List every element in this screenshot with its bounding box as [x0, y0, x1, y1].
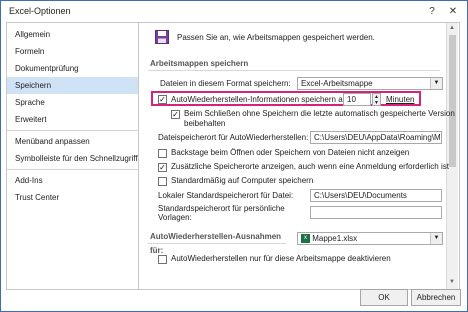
excel-file-icon: x — [301, 234, 310, 244]
additional-locations-checkbox[interactable]: ✓ — [158, 163, 167, 172]
content-scrollbar[interactable]: ▲ ▼ — [446, 23, 458, 289]
sidebar-item-erweitert[interactable]: Erweitert — [7, 111, 138, 128]
minutes-spinner[interactable]: ▲ ▼ — [372, 93, 381, 106]
cancel-button[interactable]: Abbrechen — [411, 289, 461, 306]
scroll-down-icon[interactable]: ▼ — [449, 279, 455, 285]
personal-templates-label-line2: Vorlagen: — [158, 213, 192, 222]
personal-templates-input[interactable] — [310, 206, 442, 219]
autorecover-location-input[interactable]: C:\Users\DEU\AppData\Roaming\Micro — [310, 131, 442, 144]
autorecover-label: AutoWiederherstellen-Informationen speic… — [171, 95, 351, 104]
window-title: Excel-Optionen — [9, 6, 71, 16]
sidebar-item-schnellzugriff[interactable]: Symbolleiste für den Schnellzugriff — [7, 150, 138, 167]
default-computer-checkbox[interactable] — [158, 177, 167, 186]
autorecover-checkbox[interactable]: ✓ — [158, 95, 167, 104]
scroll-up-icon[interactable]: ▲ — [449, 25, 455, 31]
disable-autorecover-label: AutoWiederherstellen nur für diese Arbei… — [171, 254, 391, 263]
scrollbar-thumb[interactable] — [449, 35, 456, 167]
ok-button[interactable]: OK — [360, 289, 408, 306]
chevron-down-icon[interactable]: ▼ — [430, 78, 442, 89]
minutes-label: Minuten — [386, 95, 415, 104]
sidebar-item-allgemein[interactable]: Allgemein — [7, 26, 138, 43]
save-disk-icon — [155, 30, 169, 44]
help-button[interactable]: ? — [425, 5, 439, 19]
exceptions-select-value: Mappe1.xlsx — [312, 234, 358, 243]
keep-last-label-line1: Beim Schließen ohne Speichern die letzte… — [184, 109, 455, 118]
format-label: Dateien in diesem Format speichern: — [160, 79, 291, 88]
sidebar-divider — [7, 130, 138, 131]
sidebar-item-trust-center[interactable]: Trust Center — [7, 189, 138, 206]
additional-locations-label: Zusätzliche Speicherorte anzeigen, auch … — [171, 162, 449, 171]
format-select-value: Excel-Arbeitsmappe — [301, 79, 373, 88]
format-select[interactable]: Excel-Arbeitsmappe ▼ — [297, 77, 443, 90]
sidebar-item-menueband[interactable]: Menüband anpassen — [7, 133, 138, 150]
autorecover-minutes-input[interactable]: 10 — [343, 93, 371, 106]
close-button[interactable]: ✕ — [446, 5, 460, 19]
section-header-exceptions: AutoWiederherstellen-Ausnahmen für: — [148, 230, 286, 255]
backstage-label: Backstage beim Öffnen oder Speichern von… — [171, 148, 410, 157]
default-computer-label: Standardmäßig auf Computer speichern — [171, 176, 314, 185]
keep-last-label-line2: beibehalten — [184, 119, 226, 128]
sidebar-item-add-ins[interactable]: Add-Ins — [7, 172, 138, 189]
local-default-label: Lokaler Standardspeicherort für Datei: — [158, 191, 294, 200]
title-bar: Excel-Optionen ? ✕ — [1, 1, 467, 23]
sidebar-item-dokumentpruefung[interactable]: Dokumentprüfung — [7, 60, 138, 77]
backstage-checkbox[interactable] — [158, 149, 167, 158]
section-header-save: Arbeitsmappen speichern — [148, 57, 440, 71]
sidebar-item-speichern[interactable]: Speichern — [7, 77, 138, 94]
options-sidebar: Allgemein Formeln Dokumentprüfung Speich… — [6, 22, 139, 290]
keep-last-checkbox[interactable]: ✓ — [171, 110, 180, 119]
chevron-down-icon[interactable]: ▼ — [430, 233, 442, 244]
disable-autorecover-checkbox[interactable] — [158, 255, 167, 264]
sidebar-item-sprache[interactable]: Sprache — [7, 94, 138, 111]
personal-templates-label-line1: Standardspeicherort für persönliche — [158, 204, 285, 213]
sidebar-item-formeln[interactable]: Formeln — [7, 43, 138, 60]
local-default-input[interactable]: C:\Users\DEU\Documents — [310, 189, 442, 202]
page-intro: Passen Sie an, wie Arbeitsmappen gespeic… — [177, 33, 375, 42]
autorecover-location-label: Dateispeicherort für AutoWiederherstelle… — [158, 133, 309, 142]
exceptions-workbook-select[interactable]: x Mappe1.xlsx ▼ — [297, 232, 443, 245]
sidebar-divider — [7, 169, 138, 170]
